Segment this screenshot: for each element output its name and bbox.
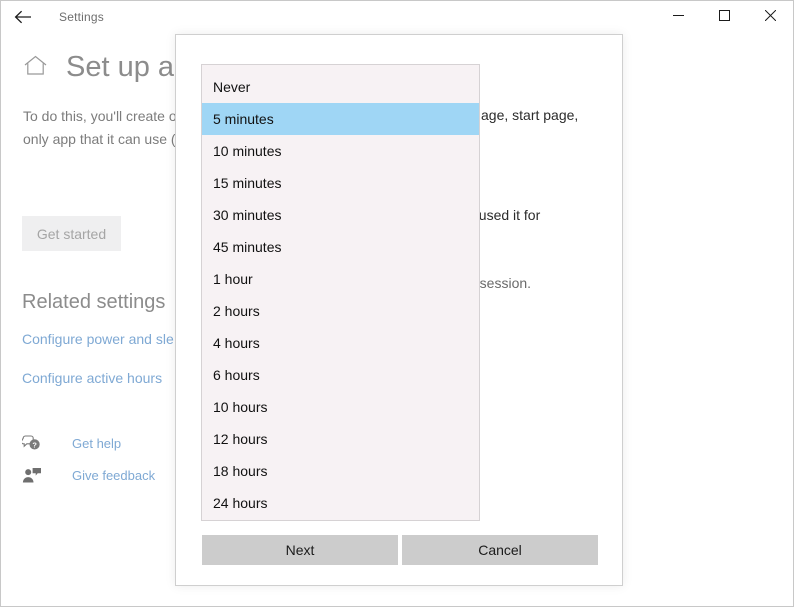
dropdown-option[interactable]: 5 minutes	[202, 103, 479, 135]
dropdown-option[interactable]: 4 hours	[202, 327, 479, 359]
give-feedback-row[interactable]: Give feedback	[22, 467, 155, 484]
dropdown-option[interactable]: 1 hour	[202, 263, 479, 295]
home-icon[interactable]	[23, 54, 48, 82]
timeout-dropdown-list[interactable]: Never 5 minutes 10 minutes 15 minutes 30 min…	[201, 64, 480, 521]
related-settings-heading: Related settings	[22, 291, 166, 313]
link-configure-power-and-sleep[interactable]: Configure power and sle	[22, 331, 174, 347]
dropdown-option[interactable]: 10 minutes	[202, 135, 479, 167]
dropdown-option[interactable]: 15 minutes	[202, 167, 479, 199]
dropdown-option[interactable]: 2 hours	[202, 295, 479, 327]
dropdown-option[interactable]: 30 minutes	[202, 199, 479, 231]
settings-window: Settings Set up a k To do this, you'll c…	[0, 0, 794, 607]
page-header: Set up a k	[23, 51, 197, 84]
page-body-line-2: only app that it can use (	[23, 131, 176, 147]
close-icon	[764, 8, 776, 26]
back-arrow-icon	[14, 10, 32, 24]
dialog-text-line-2: t used it for	[471, 207, 541, 223]
give-feedback-label: Give feedback	[72, 468, 156, 483]
get-started-button[interactable]: Get started	[22, 216, 121, 251]
dropdown-option[interactable]: 24 hours	[202, 487, 479, 519]
question-bubble-icon: ?	[22, 435, 44, 452]
cancel-button[interactable]: Cancel	[402, 535, 598, 565]
dropdown-option[interactable]: 10 hours	[202, 391, 479, 423]
dropdown-option[interactable]: 6 hours	[202, 359, 479, 391]
get-help-label: Get help	[72, 436, 122, 451]
minimize-icon	[672, 8, 684, 26]
maximize-icon	[718, 8, 730, 26]
window-controls	[655, 1, 793, 33]
feedback-person-icon	[22, 467, 44, 484]
dropdown-option[interactable]: Never	[202, 71, 479, 103]
minimize-button[interactable]	[655, 1, 701, 33]
dialog-text-line-1: age, start page,	[481, 107, 579, 123]
page-body-line-1: To do this, you'll create o	[23, 108, 177, 124]
get-help-row[interactable]: ? Get help	[22, 435, 121, 452]
close-button[interactable]	[747, 1, 793, 33]
dropdown-option[interactable]: 18 hours	[202, 455, 479, 487]
dropdown-option[interactable]: 45 minutes	[202, 231, 479, 263]
link-configure-active-hours[interactable]: Configure active hours	[22, 370, 162, 386]
maximize-button[interactable]	[701, 1, 747, 33]
app-title: Settings	[59, 10, 104, 24]
dropdown-option[interactable]: 12 hours	[202, 423, 479, 455]
title-bar: Settings	[1, 1, 793, 33]
svg-text:?: ?	[32, 441, 37, 450]
back-button[interactable]	[1, 1, 45, 33]
next-button[interactable]: Next	[202, 535, 398, 565]
